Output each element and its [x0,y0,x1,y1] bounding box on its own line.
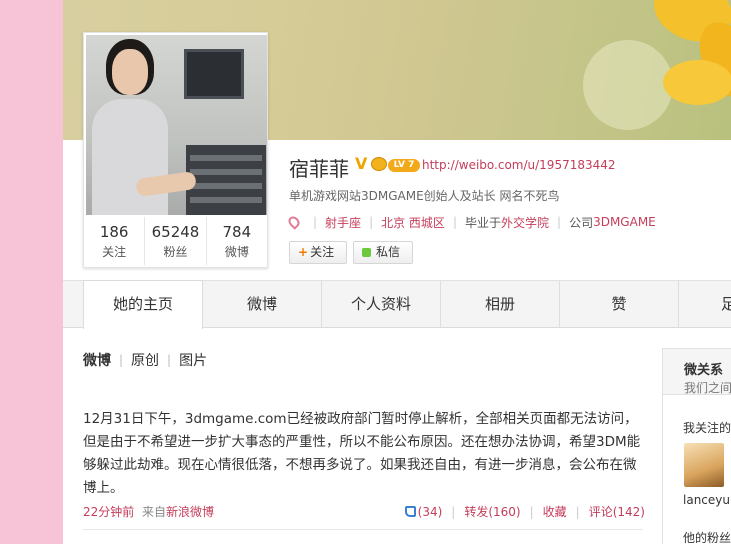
relations-title: 微关系 [684,363,724,378]
source-prefix: 来自 [142,505,167,519]
zodiac-link[interactable]: 射手座 [325,214,361,231]
stat-following[interactable]: 186 关注 [84,217,146,265]
avatar-card: 186 关注 65248 粉丝 784 微博 [83,32,268,268]
filter-pictures[interactable]: 图片 [179,350,207,370]
post-actions: (34) | 转发(160) | 收藏 | 评论(142) [404,503,645,520]
tab-profile-info[interactable]: 个人资料 [322,281,441,328]
photo-person-body [92,99,168,215]
source-link[interactable]: 新浪微博 [166,505,214,519]
comment-button[interactable]: 评论(142) [589,503,645,520]
my-follows-label: 我关注的 [683,421,731,435]
separator: | [575,504,580,519]
relations-panel: 微关系 我们之间 我关注的 lanceyu... 他的粉丝 [662,348,731,544]
post-meta: 22分钟前 来自新浪微博 (34) | 转发(160) | 收藏 | 评论(14… [83,503,645,523]
separator: | [119,353,124,367]
plus-icon: + [298,245,309,259]
photo-person-face [112,49,148,95]
page-background-left [0,0,63,544]
verified-v-icon[interactable]: V [355,156,371,172]
post-text: 12月31日下午，3dmgame.com已经被政府部门暂时停止解析，全部相关页面… [83,411,641,496]
message-button-label: 私信 [376,245,401,259]
separator: | [529,504,534,519]
user-avatar[interactable] [684,443,724,487]
post-divider [83,529,643,530]
filter-original[interactable]: 原创 [131,350,159,370]
stat-number: 784 [222,223,252,241]
message-icon [362,248,371,257]
feed-filter: 微博 | 原创 | 图片 [83,350,207,370]
separator: | [451,504,456,519]
favorite-button[interactable]: 收藏 [543,503,567,520]
tab-likes[interactable]: 赞 [560,281,679,328]
location-link[interactable]: 北京 西城区 [381,214,445,231]
post-source: 来自新浪微博 [142,503,214,520]
like-count: (34) [417,504,443,519]
relations-header: 微关系 我们之间 [663,349,731,395]
avatar[interactable] [86,35,267,215]
filter-weibo[interactable]: 微博 [83,350,111,370]
stat-label: 微博 [224,245,249,259]
tab-more[interactable]: 足 [679,281,731,328]
post-time-link[interactable]: 22分钟前 [83,503,134,520]
profile-url-link[interactable]: http://weibo.com/u/1957183442 [422,158,616,172]
profile-stats: 186 关注 65248 粉丝 784 微博 [84,217,267,265]
stat-label: 粉丝 [163,245,188,259]
stat-posts[interactable]: 784 微博 [207,217,267,265]
photo-monitor [184,49,244,99]
photo-server [186,145,266,215]
profile-bio: 单机游戏网站3DMGAME创始人及站长 网名不死鸟 [289,189,560,203]
profile-tabs: 她的主页 微博 个人资料 相册 赞 足 [63,280,731,329]
separator: | [167,353,172,367]
like-button[interactable]: (34) [404,504,443,519]
follow-button[interactable]: + 关注 [289,241,347,264]
stat-number: 186 [99,223,129,241]
flower-petal [663,60,731,105]
company-link[interactable]: 3DMGAME [593,215,656,229]
level-badge[interactable]: LV 7 [388,159,420,172]
message-button[interactable]: 私信 [353,241,413,264]
separator: | [313,215,318,229]
stat-label: 关注 [102,245,127,259]
separator: | [452,215,457,229]
tab-home[interactable]: 她的主页 [83,280,203,329]
separator: | [369,215,374,229]
profile-page: 186 关注 65248 粉丝 784 微博 宿菲菲 V LV 7 http:/… [63,0,731,544]
tab-weibo[interactable]: 微博 [203,281,322,328]
thumbs-up-icon [404,505,416,517]
school-prefix: 毕业于 [464,215,501,230]
crown-icon[interactable] [371,157,387,171]
relations-subtitle[interactable]: 我们之间 [684,379,731,396]
separator: | [557,215,562,229]
cover-glow [583,40,673,130]
stat-followers[interactable]: 65248 粉丝 [145,217,207,265]
fans-label: 他的粉丝 [683,531,731,544]
stat-number: 65248 [151,223,200,241]
repost-button[interactable]: 转发(160) [464,503,520,520]
profile-name: 宿菲菲 [289,157,349,181]
company-prefix: 公司 [569,215,594,230]
school-link[interactable]: 外交学院 [501,214,549,231]
tag-icon[interactable] [286,214,302,230]
tab-album[interactable]: 相册 [441,281,560,328]
profile-meta: | 射手座 | 北京 西城区 | 毕业于 外交学院 | 公司 3DMGAME [286,213,656,231]
follow-button-label: 关注 [310,245,335,259]
user-name-link[interactable]: lanceyu... [683,493,731,507]
